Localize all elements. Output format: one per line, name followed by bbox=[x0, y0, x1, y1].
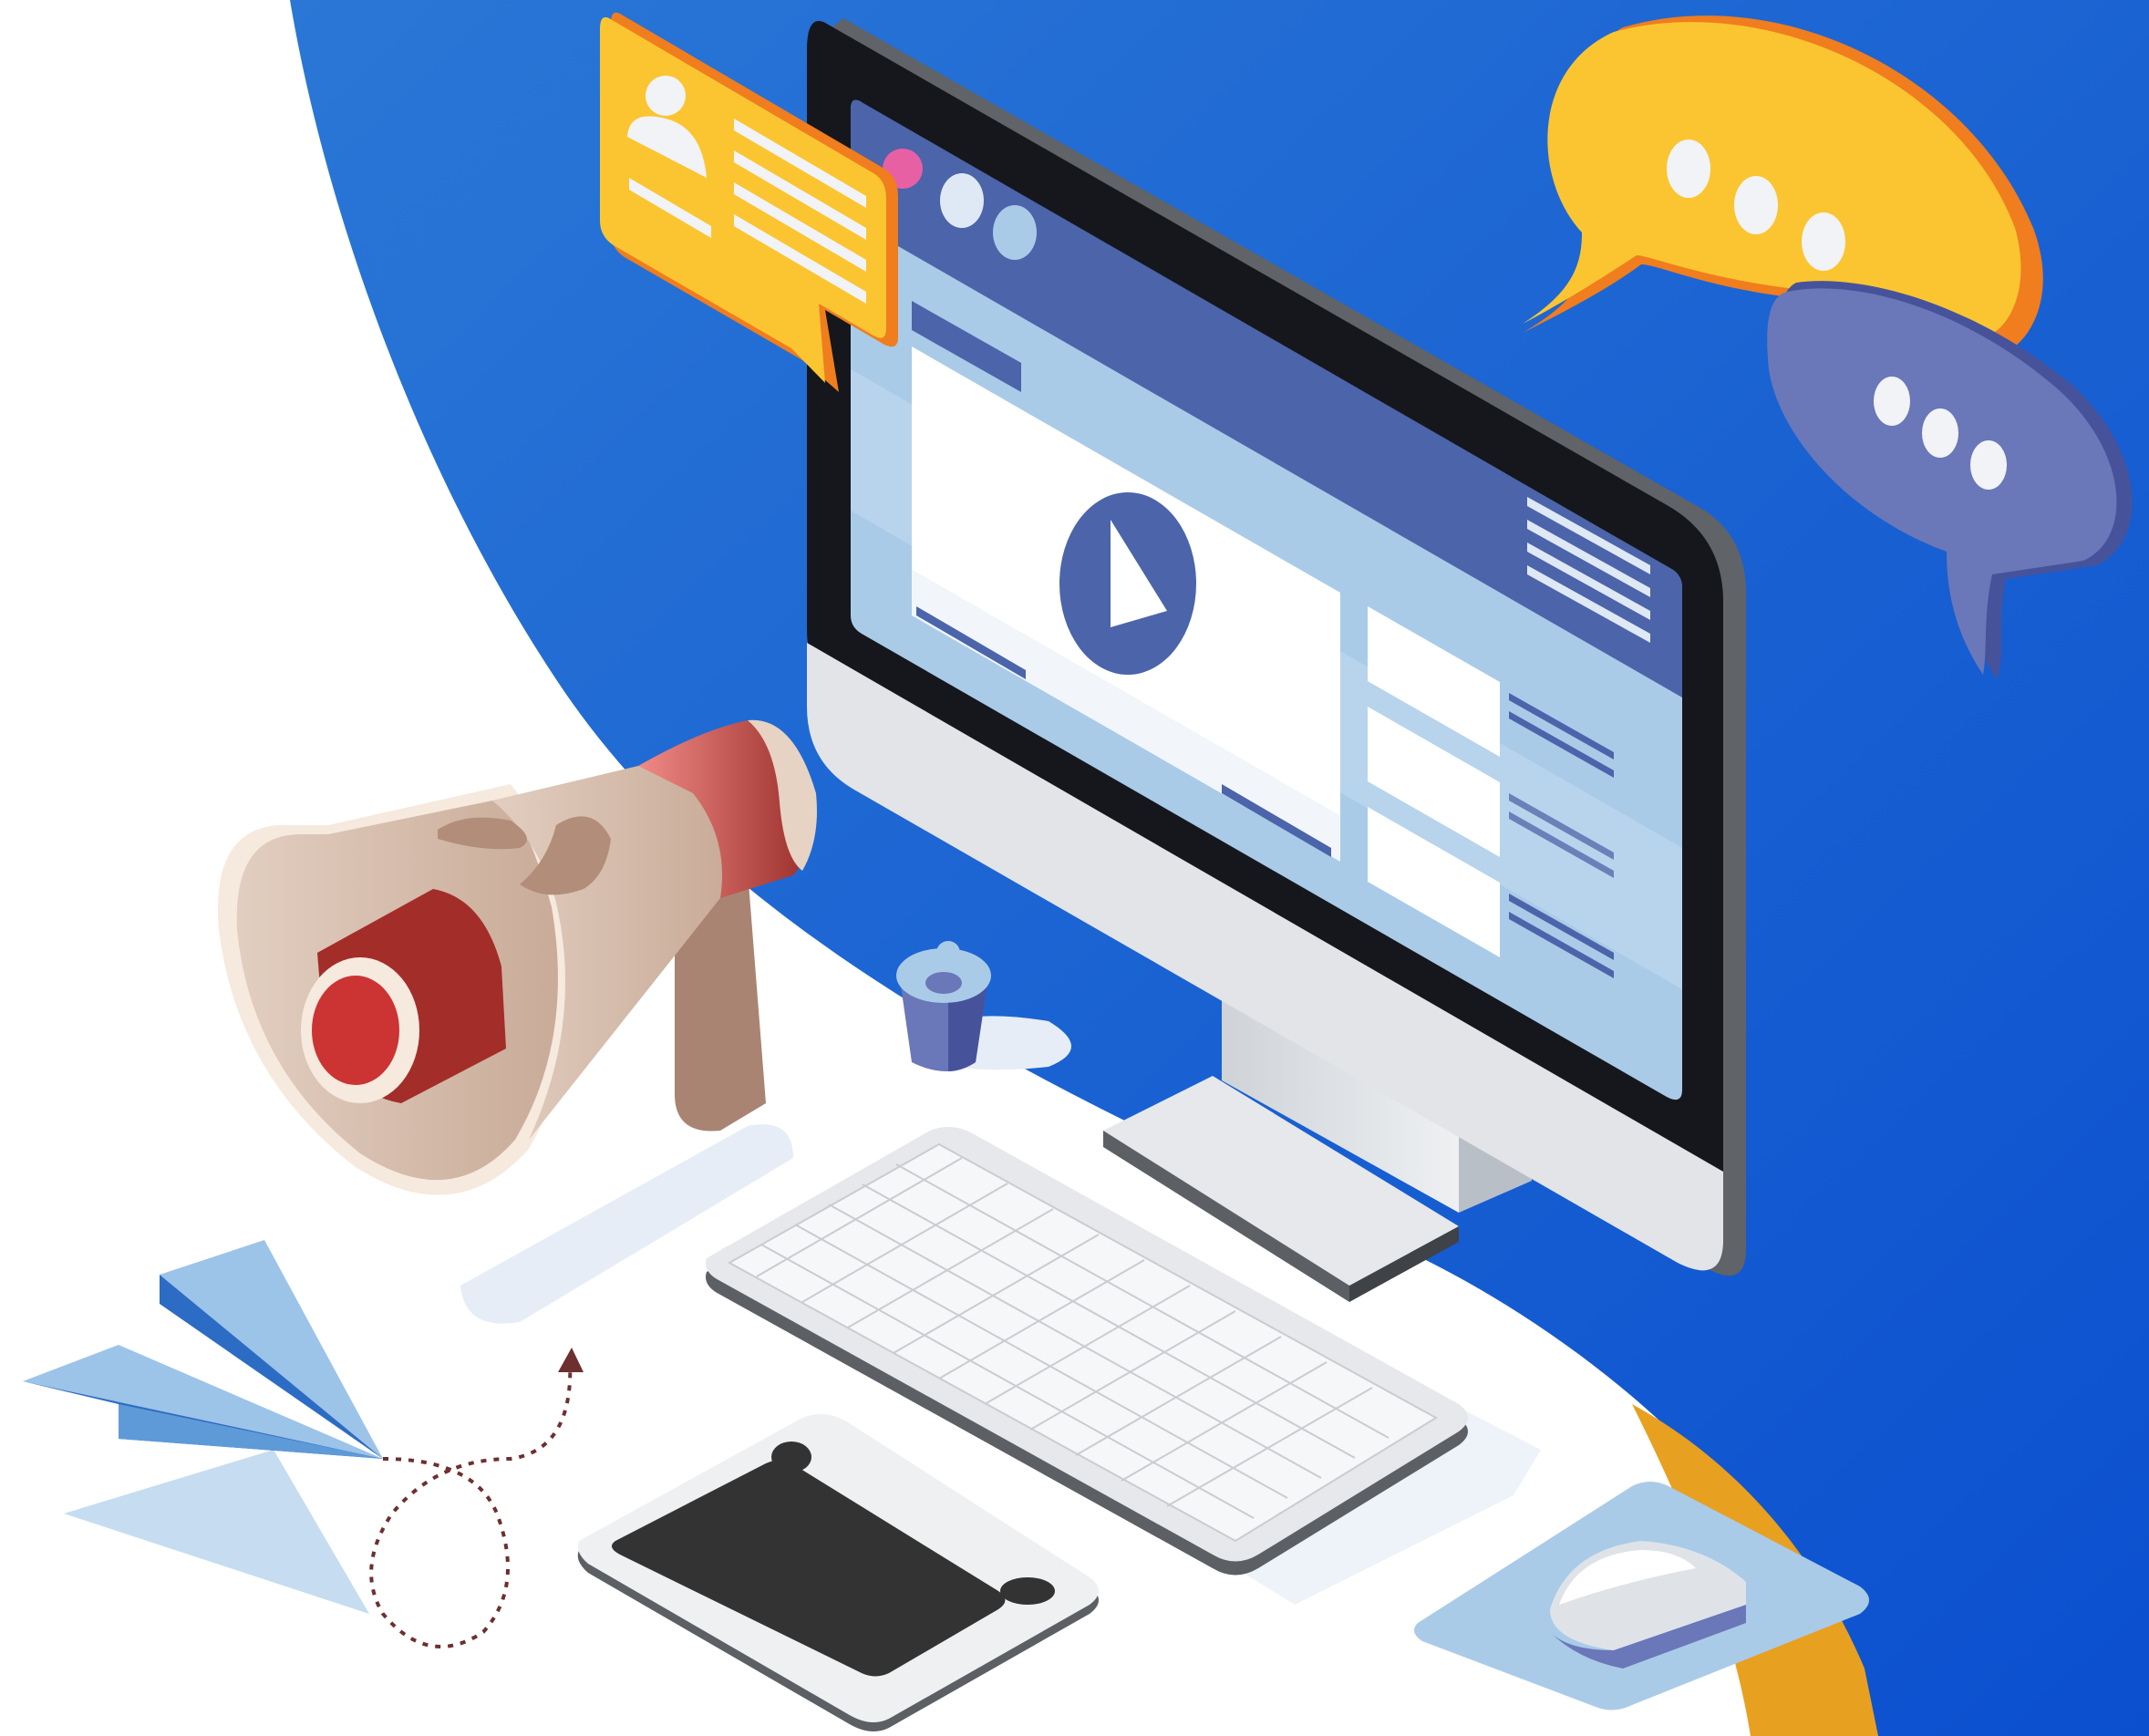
illustration-canvas bbox=[23, 0, 2149, 1736]
play-button-icon bbox=[1059, 492, 1196, 675]
dotted-flight-path-icon bbox=[369, 1348, 584, 1648]
marketing-illustration bbox=[0, 0, 2149, 1736]
paper-plane-icon bbox=[23, 1240, 383, 1614]
cup-icon bbox=[896, 941, 991, 1071]
megaphone-icon bbox=[218, 719, 817, 1195]
graphics-tablet-icon bbox=[577, 1414, 1099, 1731]
